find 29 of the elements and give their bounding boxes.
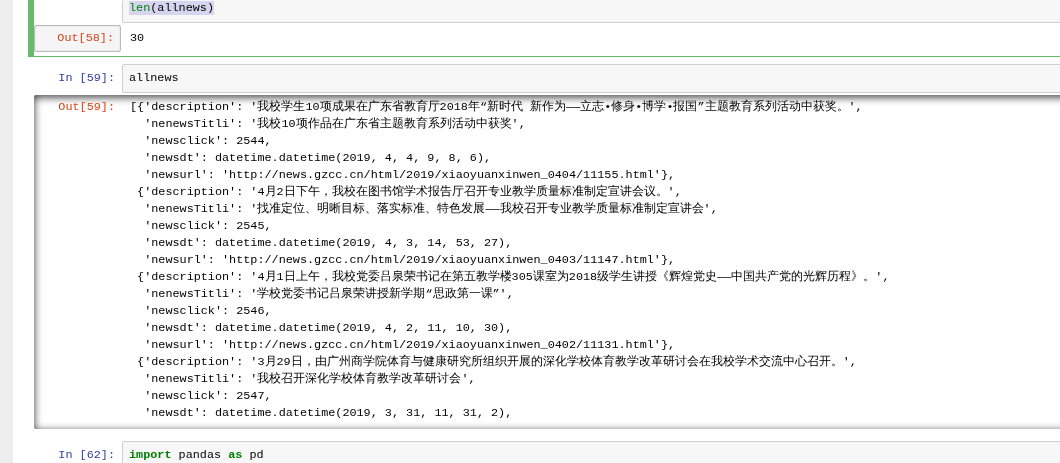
output-line: 'newsdt': datetime.datetime(2019, 3, 31, 11, 31, 2), xyxy=(143,405,514,422)
in-prompt: In [59]: xyxy=(58,70,116,87)
output-line: 'newsclick': 2546, xyxy=(143,303,273,320)
notebook-cell[interactable]: In [62]: import pandas as pd xyxy=(28,436,1060,463)
output-line: 'newsdt': datetime.datetime(2019, 4, 2, 11, 10, 30), xyxy=(143,320,514,337)
notebook-cell[interactable]: len(allnews) Out[58]: 30 xyxy=(28,0,1060,57)
code-input[interactable]: len(allnews) xyxy=(122,0,1060,23)
output-line: [{'description': '我校学生10项成果在广东省教育厅2018年“新时代 新作为——立志•修身•博学•报国”主题教育系列活动中获奖。', xyxy=(130,99,864,116)
output-line: 'newsurl': 'http://news.gzcc.cn/html/2019/xiaoyuanxinwen_0402/11131.html'}, xyxy=(143,337,677,354)
output-line: 30 xyxy=(130,30,146,47)
in-prompt: In [62]: xyxy=(58,447,116,463)
output-line: {'description': '4月2日下午，我校在图书馆学术报告厅召开专业教学质量标准制定宣讲会议。', xyxy=(136,184,683,201)
output-line: {'description': '4月1日上午，我校党委吕泉荣书记在第五教学楼305课室为2018级学生讲授《辉煌党史——中国共产党的光辉历程》。', xyxy=(136,269,891,286)
output-line: 'newsdt': datetime.datetime(2019, 4, 3, 14, 53, 27), xyxy=(143,235,514,252)
output-line: 'newsurl': 'http://news.gzcc.cn/html/2019/xiaoyuanxinwen_0403/11147.html'}, xyxy=(143,252,677,269)
out-prompt[interactable]: Out[58]: xyxy=(34,25,121,52)
out-prompt[interactable]: Out[59]: xyxy=(58,99,121,116)
output-line: 'newsclick': 2544, xyxy=(143,133,273,150)
output-line: 'nenewsTitli': '我校10项作品在广东省主题教育系列活动中获奖', xyxy=(143,116,527,133)
output-line: 'newsclick': 2545, xyxy=(143,218,273,235)
output-line: 'newsclick': 2547, xyxy=(143,388,273,405)
output-line: 'newsurl': 'http://news.gzcc.cn/html/2019/xiaoyuanxinwen_0404/11155.html'}, xyxy=(143,167,677,184)
output-line: {'description': '3月29日，由广州商学院体育与健康研究所组织开展的深化学校体育教学改革研讨会在我校学术交流中心召开。', xyxy=(136,354,858,371)
output-line: 'nenewsTitli': '找准定位、明晰目标、落实标准、特色发展——我校召开专业教学质量标准制定宣讲会', xyxy=(143,201,719,218)
output-line: 'nenewsTitli': '学校党委书记吕泉荣讲授新学期“思政第一课”', xyxy=(143,286,515,303)
code-input[interactable]: import pandas as pd xyxy=(122,441,1060,463)
output-line: 'newsdt': datetime.datetime(2019, 4, 4, 9, 8, 6), xyxy=(143,150,493,167)
code-input[interactable]: allnews xyxy=(122,64,1060,93)
output-line: 'nenewsTitli': '我校召开深化学校体育教学改革研讨会', xyxy=(143,371,477,388)
